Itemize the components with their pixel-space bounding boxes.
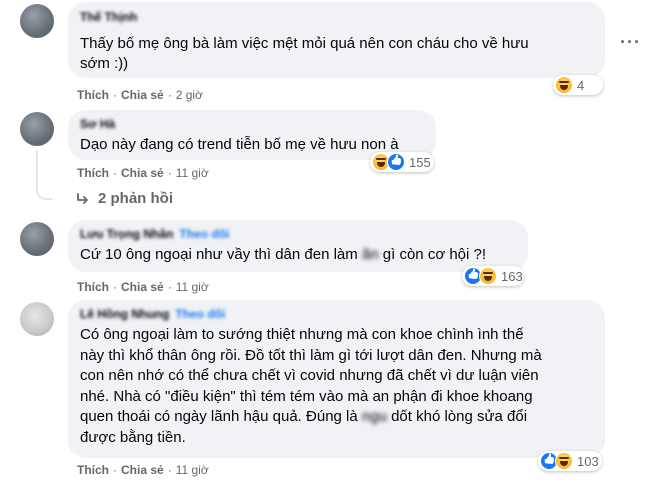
reaction-summary[interactable]: 155 [370,152,434,172]
reaction-summary[interactable]: 163 [462,266,524,286]
reaction-count: 103 [577,453,599,469]
view-replies-link[interactable]: 2 phản hồi [76,190,173,207]
reaction-count: 155 [409,154,431,170]
comment-bubble: Thế Thịnh Thấy bố mẹ ông bà làm việc mệt… [68,2,605,78]
share-link[interactable]: Chia sẻ [121,166,164,180]
comment-text: Thấy bố mẹ ông bà làm việc mệt mỏi quá n… [80,35,529,72]
more-options-icon[interactable]: ··· [620,32,641,53]
comment-text: Có ông ngoại làm to sướng thiệt nhưng mà… [80,326,542,446]
avatar[interactable] [20,302,54,336]
avatar[interactable] [20,4,54,38]
follow-link[interactable]: Theo dõi [179,227,229,241]
commenter-name[interactable]: Sơ Hà [80,117,115,131]
avatar[interactable] [20,222,54,256]
like-link[interactable]: Thích [77,280,109,294]
like-link[interactable]: Thích [77,463,109,477]
timestamp[interactable]: 2 giờ [176,88,203,102]
haha-icon [555,452,573,470]
like-icon [387,153,405,171]
like-link[interactable]: Thích [77,88,109,102]
like-link[interactable]: Thích [77,166,109,180]
timestamp[interactable]: 11 giờ [176,280,209,294]
reaction-count: 163 [501,268,523,284]
avatar[interactable] [20,112,54,146]
comment-text: Dạo này đang có trend tiễn bố mẹ về hưu … [80,136,399,153]
commenter-name[interactable]: Lê Hồng Nhung Theo dõi [80,307,225,321]
comment-bubble: Lê Hồng Nhung Theo dõi Có ông ngoại làm t… [68,300,605,458]
haha-icon [479,267,497,285]
timestamp[interactable]: 11 giờ [176,166,209,180]
thread-line [36,150,38,192]
timestamp[interactable]: 11 giờ [176,463,209,477]
reaction-summary[interactable]: 103 [538,451,602,471]
reaction-count: 4 [577,77,585,93]
thread-connector [36,188,52,200]
haha-icon [555,76,573,94]
comment-text: Cứ 10 ông ngoại như vầy thì dân đen làm … [80,246,487,263]
commenter-name[interactable]: Lưu Trọng Nhân Theo dõi [80,227,229,241]
comment-bubble: Lưu Trọng Nhân Theo dõi Cứ 10 ông ngoại n… [68,220,528,272]
share-link[interactable]: Chia sẻ [121,463,164,477]
share-link[interactable]: Chia sẻ [121,280,164,294]
comment-actions: Thích · Chia sẻ · 11 giờ [77,463,209,477]
follow-link[interactable]: Theo dõi [175,307,225,321]
replies-count-label: 2 phản hồi [98,190,173,207]
comment-actions: Thích · Chia sẻ · 2 giờ [77,88,203,102]
comment-actions: Thích · Chia sẻ · 11 giờ [77,280,209,294]
reply-arrow-icon [76,192,90,206]
reaction-summary[interactable]: 4 [553,75,603,95]
comment-actions: Thích · Chia sẻ · 11 giờ [77,166,209,180]
share-link[interactable]: Chia sẻ [121,88,164,102]
commenter-name[interactable]: Thế Thịnh [80,10,137,24]
